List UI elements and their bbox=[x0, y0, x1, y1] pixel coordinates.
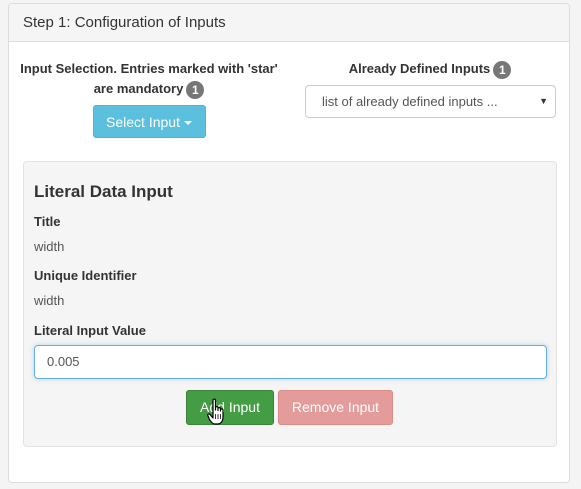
literal-value-label: Literal Input Value bbox=[34, 323, 146, 338]
defined-inputs-select-value: list of already defined inputs ... bbox=[322, 94, 498, 109]
identifier-label: Unique Identifier bbox=[34, 268, 137, 283]
defined-inputs-section: Already Defined Inputs 1 list of already … bbox=[303, 59, 557, 118]
literal-value-input[interactable]: 0.005 bbox=[34, 345, 547, 379]
select-input-button[interactable]: Select Input bbox=[92, 105, 206, 138]
panel-heading: Step 1: Configuration of Inputs bbox=[9, 4, 569, 42]
identifier-value: width bbox=[34, 293, 65, 308]
input-selection-text: Input Selection. Entries marked with 'st… bbox=[20, 61, 278, 96]
configuration-panel: Step 1: Configuration of Inputs Input Se… bbox=[8, 3, 570, 483]
defined-inputs-label: Already Defined Inputs 1 bbox=[303, 59, 557, 79]
panel-title: Step 1: Configuration of Inputs bbox=[23, 14, 226, 31]
input-selection-section: Input Selection. Entries marked with 'st… bbox=[19, 59, 279, 138]
defined-inputs-select[interactable]: list of already defined inputs ... ▼ bbox=[305, 85, 556, 118]
title-value: width bbox=[34, 239, 65, 254]
caret-down-icon bbox=[183, 121, 192, 126]
select-input-label: Select Input bbox=[106, 114, 180, 130]
input-selection-label: Input Selection. Entries marked with 'st… bbox=[19, 59, 279, 99]
defined-inputs-badge: 1 bbox=[493, 60, 512, 79]
add-input-button[interactable]: Add Input bbox=[186, 390, 274, 425]
dropdown-arrow-icon: ▼ bbox=[539, 96, 548, 106]
input-selection-badge: 1 bbox=[186, 80, 205, 99]
literal-input-well: Literal Data Input Title width Unique Id… bbox=[23, 161, 557, 447]
defined-inputs-text: Already Defined Inputs bbox=[348, 61, 491, 76]
title-label: Title bbox=[34, 214, 61, 229]
literal-input-heading: Literal Data Input bbox=[34, 182, 173, 201]
remove-input-button[interactable]: Remove Input bbox=[278, 390, 393, 425]
